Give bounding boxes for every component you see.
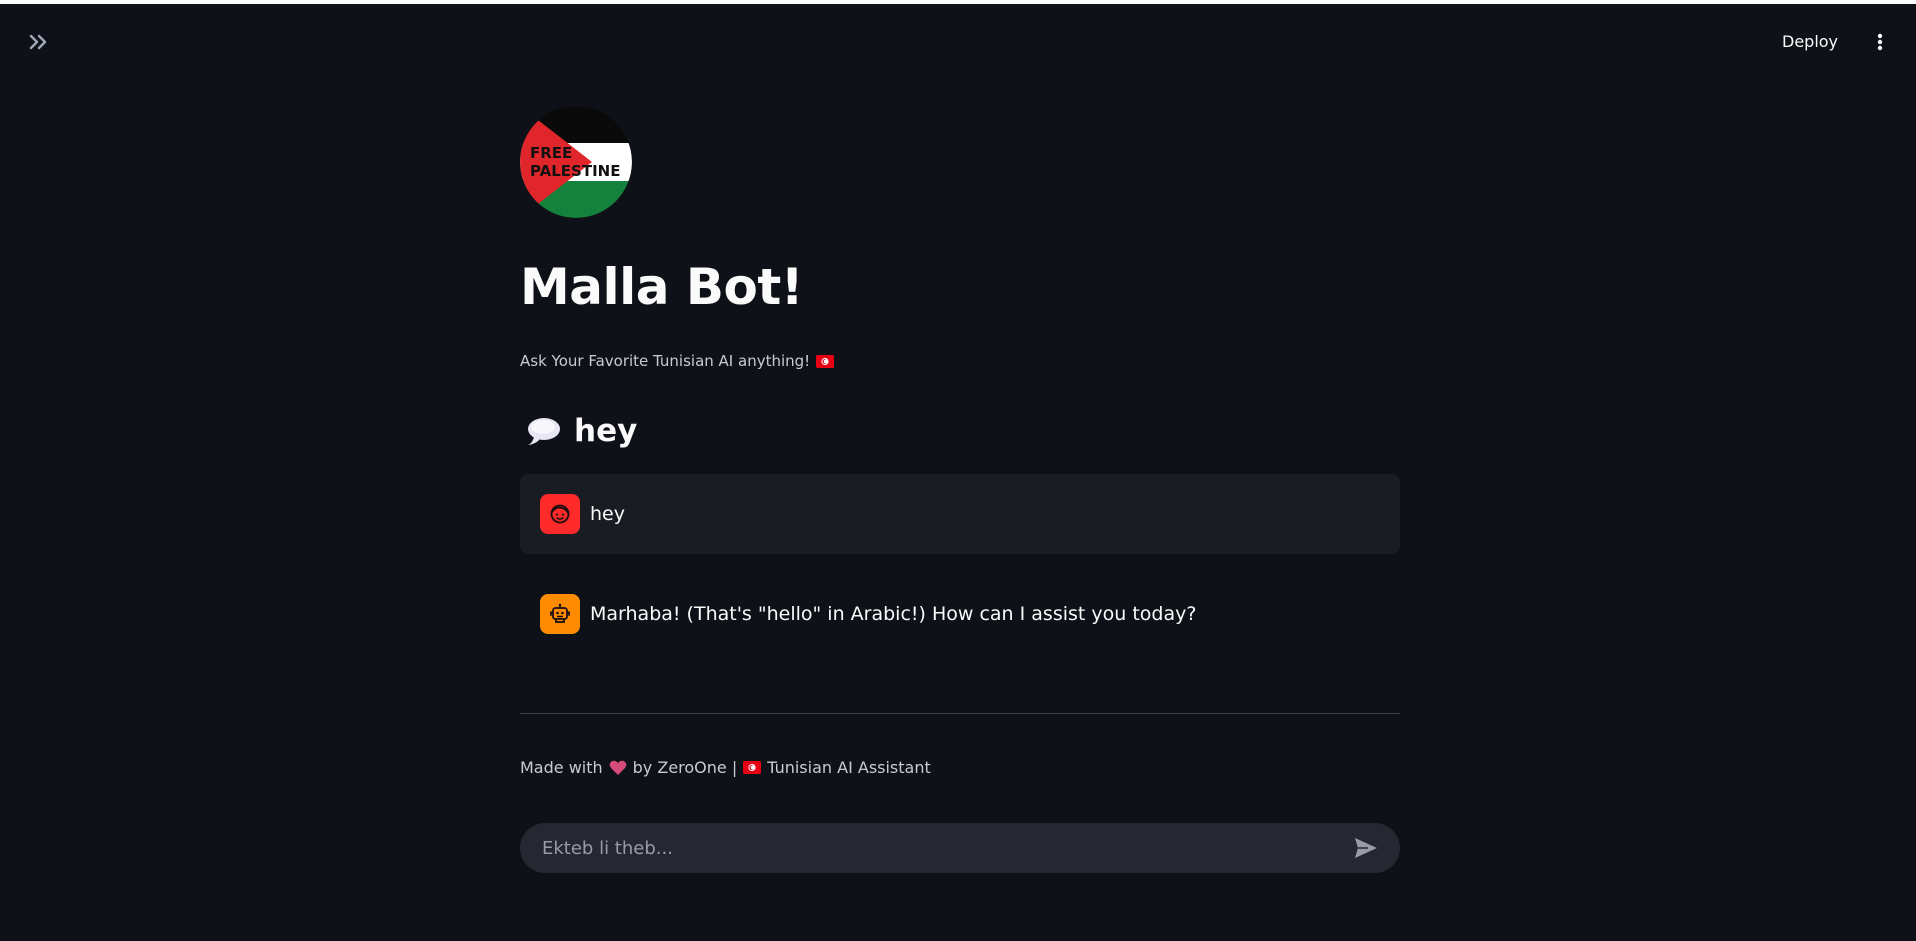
- assistant-avatar: [540, 594, 580, 634]
- tunisia-flag-icon: [816, 354, 835, 368]
- expand-sidebar-button[interactable]: [26, 30, 52, 54]
- message-text: hey: [590, 503, 625, 525]
- send-button[interactable]: [1352, 834, 1380, 862]
- robot-icon: [550, 603, 570, 623]
- heart-icon: [609, 760, 627, 775]
- logo-text-line2: PALESTINE: [530, 162, 620, 180]
- chat-message-user: hey: [520, 474, 1400, 554]
- chat-message-assistant: Marhaba! (That's "hello" in Arabic!) How…: [520, 574, 1400, 654]
- page-subtitle: Ask Your Favorite Tunisian AI anything!: [520, 352, 835, 370]
- footer-text-end: Tunisian AI Assistant: [767, 758, 931, 777]
- footer-text-start: Made with: [520, 758, 603, 777]
- deploy-button[interactable]: Deploy: [1782, 28, 1838, 56]
- chat-input-container: [520, 823, 1400, 873]
- message-text: Marhaba! (That's "hello" in Arabic!) How…: [590, 603, 1197, 625]
- footer: Made with by ZeroOne | Tunisian AI Assis…: [520, 758, 931, 777]
- vertical-ellipsis-icon: [1877, 33, 1883, 51]
- page-title: Malla Bot!: [520, 258, 804, 316]
- send-icon: [1355, 838, 1377, 858]
- main-menu-button[interactable]: [1870, 29, 1890, 55]
- tunisia-flag-icon: [743, 761, 762, 774]
- speech-bubble-icon: [528, 418, 560, 445]
- divider: [520, 713, 1400, 714]
- logo-text-line1: FREE: [530, 144, 572, 162]
- free-palestine-logo: FREE PALESTINE: [520, 106, 632, 218]
- footer-text-middle: by ZeroOne |: [632, 758, 738, 777]
- chat-heading: hey: [526, 413, 637, 449]
- chat-input[interactable]: [540, 836, 1352, 860]
- top-accent-bar: [0, 0, 1916, 4]
- chat-heading-text: hey: [574, 413, 638, 449]
- user-face-icon: [550, 504, 570, 524]
- user-avatar: [540, 494, 580, 534]
- subtitle-text: Ask Your Favorite Tunisian AI anything!: [520, 352, 811, 370]
- chevron-double-right-icon: [29, 34, 47, 50]
